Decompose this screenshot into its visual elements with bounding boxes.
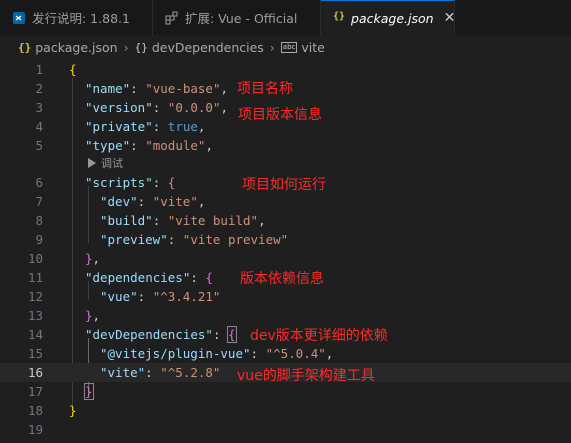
annotation-dependencies: 版本依赖信息: [240, 271, 324, 287]
code-text: "dependencies": {: [85, 270, 213, 285]
tab-release-notes[interactable]: 发行说明: 1.88.1: [0, 0, 153, 35]
line-number: 3: [35, 100, 43, 115]
codelens-label: 调试: [101, 157, 123, 170]
breadcrumb: {} package.json › {} devDependencies › a…: [0, 35, 571, 59]
code-line: 5 "type": "module",: [0, 136, 571, 155]
line-number: 10: [27, 251, 43, 266]
line-number: 5: [35, 138, 43, 153]
line-number: 8: [35, 213, 43, 228]
line-number: 7: [35, 194, 43, 209]
line-number: 14: [27, 327, 43, 342]
breadcrumb-dev-dependencies[interactable]: devDependencies: [152, 40, 264, 55]
object-braces-icon: {}: [134, 40, 148, 54]
code-text: "version": "0.0.0",: [85, 100, 229, 115]
close-icon[interactable]: ✕: [444, 10, 456, 26]
line-number: 4: [35, 119, 43, 134]
tab-label: package.json: [351, 10, 434, 26]
code-line: 18 }: [0, 401, 571, 420]
code-line: 13 },: [0, 306, 571, 325]
vscode-icon: [12, 11, 26, 25]
string-property-icon: abc: [280, 41, 298, 53]
json-braces-icon: {}: [333, 11, 346, 22]
code-line: 12 "vue": "^3.4.21": [0, 287, 571, 306]
code-editor[interactable]: 1 { 2 "name": "vue-base", 3 "version": "…: [0, 59, 571, 443]
code-text: "@vitejs/plugin-vue": "^5.0.4",: [100, 346, 334, 361]
json-braces-icon: {}: [18, 40, 32, 54]
code-text: }: [69, 403, 77, 418]
breadcrumb-file[interactable]: package.json: [35, 40, 117, 55]
code-line: 15 "@vitejs/plugin-vue": "^5.0.4",: [0, 344, 571, 363]
annotation-scripts: 项目如何运行: [242, 177, 326, 193]
line-number: 18: [27, 403, 43, 418]
line-number: 16: [27, 365, 43, 380]
line-number: 19: [27, 422, 43, 437]
extensions-icon: [165, 11, 179, 25]
code-line: 19: [0, 420, 571, 439]
line-number: 17: [27, 384, 43, 399]
tab-label: 扩展: Vue - Official: [185, 11, 298, 26]
chevron-right-icon: ›: [123, 39, 129, 55]
code-line: 10 },: [0, 249, 571, 268]
tab-bar: 发行说明: 1.88.1 扩展: Vue - Official {} packa…: [0, 0, 571, 35]
code-text: {: [69, 62, 77, 77]
code-text: "dev": "vite",: [100, 194, 206, 209]
code-line: 8 "build": "vite build",: [0, 211, 571, 230]
code-text: },: [85, 251, 101, 266]
tab-label: 发行说明: 1.88.1: [32, 11, 130, 26]
code-text: "private": true,: [85, 119, 206, 134]
tab-package-json[interactable]: {} package.json ✕: [321, 0, 455, 35]
play-icon: [88, 158, 96, 168]
code-text: },: [85, 308, 101, 323]
line-number: 11: [27, 270, 43, 285]
chevron-right-icon: ›: [269, 39, 275, 55]
tab-extension-vue[interactable]: 扩展: Vue - Official: [153, 0, 321, 35]
line-number: 2: [35, 81, 43, 96]
line-number: 13: [27, 308, 43, 323]
line-number: 1: [35, 62, 43, 77]
codelens-debug[interactable]: 调试: [88, 155, 123, 171]
code-line: 7 "dev": "vite",: [0, 192, 571, 211]
code-text: "vite": "^5.2.8": [100, 365, 221, 380]
code-line: 1 {: [0, 60, 571, 79]
line-number: 9: [35, 232, 43, 247]
line-number: 12: [27, 289, 43, 304]
code-text: "build": "vite build",: [100, 213, 266, 228]
code-text: "preview": "vite preview": [100, 232, 289, 247]
code-text: "vue": "^3.4.21": [100, 289, 221, 304]
code-text: "type": "module",: [85, 138, 213, 153]
annotation-version: 项目版本信息: [238, 107, 322, 123]
line-number: 15: [27, 346, 43, 361]
code-text: "devDependencies": {: [85, 326, 237, 343]
annotation-dev-dependencies: dev版本更详细的依赖: [250, 328, 388, 344]
code-text: "scripts": {: [85, 175, 176, 190]
code-line: 9 "preview": "vite preview": [0, 230, 571, 249]
annotation-name: 项目名称: [237, 81, 293, 97]
annotation-vite: vue的脚手架构建工具: [237, 368, 375, 384]
breadcrumb-vite[interactable]: vite: [301, 40, 324, 55]
line-number: 6: [35, 175, 43, 190]
code-text: "name": "vue-base",: [85, 81, 229, 96]
code-text: }: [84, 383, 94, 400]
